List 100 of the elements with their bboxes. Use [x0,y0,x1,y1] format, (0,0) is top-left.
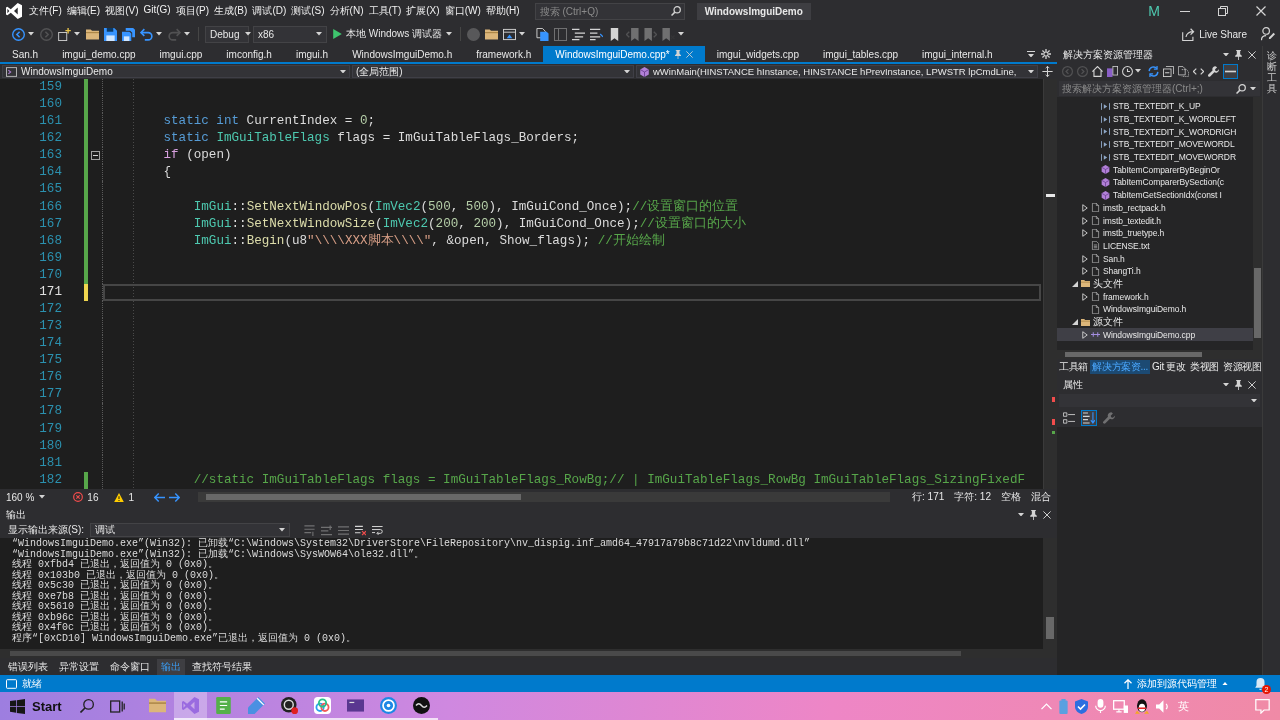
menu-item[interactable]: Git(G) [141,4,173,18]
file-tab[interactable]: imgui_internal.h [910,46,1005,62]
file-tab[interactable]: imgui_widgets.cpp [704,46,811,62]
restore-icon[interactable] [1218,6,1228,16]
search-icon[interactable] [1236,83,1246,94]
back-icon[interactable] [12,27,25,41]
panel-tab[interactable]: 查找符号结果 [188,658,256,675]
tree-item[interactable]: STB_TEXTEDIT_K_WORDLEFT [1057,112,1253,126]
collapse-icon[interactable] [1072,319,1078,326]
member-dropdown[interactable]: wWinMain(HINSTANCE hInstance, HINSTANCE hPrevInstance, LPWSTR lpCmdLine, [636,65,1038,78]
caret-icon[interactable] [519,32,526,36]
close-icon[interactable] [1256,6,1266,16]
new-item-icon[interactable] [58,27,71,41]
expand-icon[interactable] [1082,216,1088,225]
warning-count[interactable]: 1 [128,491,135,503]
panel-tab[interactable]: Git 更改 [1150,359,1188,374]
pin-icon[interactable] [1030,509,1037,520]
file-tab[interactable]: imgui_demo.cpp [50,46,148,62]
tree-item[interactable]: TabItemGetSectionIdx(const I [1057,188,1253,202]
tree-item[interactable]: STB_TEXTEDIT_MOVEWORDL [1057,138,1253,151]
lines-icon[interactable] [590,27,604,41]
expand-icon[interactable] [1082,330,1088,339]
tree-item[interactable]: WindowsImguiDemo.cpp [1057,328,1253,342]
collapse-icon[interactable] [90,151,100,161]
panel-tab[interactable]: 输出 [157,658,185,675]
menu-item[interactable]: 分析(N) [327,4,366,18]
caret-icon[interactable] [1222,681,1228,686]
arrow-up-icon[interactable] [1124,678,1132,689]
wrench-icon[interactable] [1208,65,1219,77]
pin-icon[interactable] [1235,49,1242,60]
logo-icon[interactable] [6,3,22,19]
clear-all-icon[interactable] [355,524,367,536]
arrow-left-icon[interactable] [154,492,166,502]
scope-dropdown[interactable]: (全局范围) [352,65,634,78]
tree-item[interactable]: imstb_textedit.h [1057,214,1253,227]
file-tab[interactable]: imgui.cpp [147,46,215,62]
sync-icon[interactable] [1148,65,1159,77]
close-icon[interactable] [1248,50,1256,59]
panel-tab[interactable]: 工具箱 [1057,359,1091,374]
panel-tab[interactable]: 资源视图 [1220,359,1264,374]
settings-icon[interactable] [1041,49,1051,59]
tree-item[interactable]: LICENSE.txt [1057,239,1253,253]
penguin-icon[interactable] [1135,698,1149,714]
tree-item[interactable]: ShangTi.h [1057,264,1253,278]
search-icon[interactable] [79,699,94,713]
undo-icon[interactable] [140,27,153,41]
tree-item[interactable]: imstb_rectpack.h [1057,201,1253,215]
caret-icon[interactable] [1223,382,1229,387]
menu-item[interactable]: 编辑(E) [64,4,103,18]
line-ending-indicator[interactable]: 混合 [1031,490,1051,504]
tree-item[interactable]: imstb_truetype.h [1057,226,1253,240]
task-view-icon[interactable] [109,699,125,713]
menu-item[interactable]: 文件(F) [27,4,64,18]
source-control-button[interactable]: 添加到源代码管理 [1137,676,1217,691]
configuration-dropdown[interactable]: Debug [205,25,249,43]
tree-item[interactable]: TabItemComparerByBeginOr [1057,163,1253,177]
line-indicator[interactable]: 行: 171 [912,490,945,504]
menu-item[interactable]: 测试(S) [289,4,327,18]
search-icon[interactable] [670,6,681,16]
tab-list-icon[interactable] [1027,50,1035,58]
menu-item[interactable]: 调试(D) [250,4,289,18]
expand-icon[interactable] [1082,292,1088,301]
folder-icon[interactable] [86,27,99,41]
panel-tab[interactable]: 异常设置 [55,658,103,675]
close-icon[interactable] [1248,380,1256,389]
lines-icon[interactable] [572,27,586,41]
column-indicator[interactable]: 字符: 12 [954,490,991,504]
files-icon[interactable] [1178,65,1189,77]
menu-item[interactable]: 项目(P) [173,4,212,18]
views-icon[interactable] [1107,65,1118,77]
indentation-indicator[interactable]: 空格 [1001,490,1021,504]
account-initial[interactable]: M [1148,3,1160,19]
file-tab[interactable]: San.h [0,46,51,62]
shield-icon[interactable] [1075,698,1088,714]
caret-icon[interactable] [1250,86,1256,91]
error-icon[interactable] [73,492,84,502]
home-icon[interactable] [1092,65,1103,77]
caret-icon[interactable] [1018,512,1024,517]
collapse-all-icon[interactable] [1163,65,1174,77]
warning-icon[interactable] [114,492,125,502]
arrow-right-icon[interactable] [169,492,181,502]
documents-icon[interactable] [536,27,550,41]
run-button[interactable]: 本地 Windows 调试器 [327,27,459,41]
expand-icon[interactable] [1082,229,1088,238]
expand-icon[interactable] [1082,203,1088,212]
minimize-icon[interactable] [1180,10,1190,12]
menu-item[interactable]: 视图(V) [103,4,141,18]
expand-icon[interactable] [1082,267,1088,276]
caret-icon[interactable] [28,32,34,36]
menu-item[interactable]: 帮助(H) [483,4,522,18]
vertical-scrollbar[interactable] [1253,97,1262,350]
horizontal-scrollbar[interactable] [198,492,891,502]
tree-item[interactable]: WindowsImguiDemo.h [1057,303,1253,316]
file-tab[interactable]: imconfig.h [214,46,284,62]
tree-item[interactable]: STB_TEXTEDIT_K_WORDRIGH [1057,125,1253,139]
bell-icon[interactable] [1255,677,1266,690]
menu-item[interactable]: 扩展(X) [404,4,442,18]
search-field[interactable]: 搜索 (Ctrl+Q) [534,2,685,20]
file-tab[interactable]: framework.h [464,46,544,62]
zoom-dropdown[interactable]: 160 % [6,491,46,503]
